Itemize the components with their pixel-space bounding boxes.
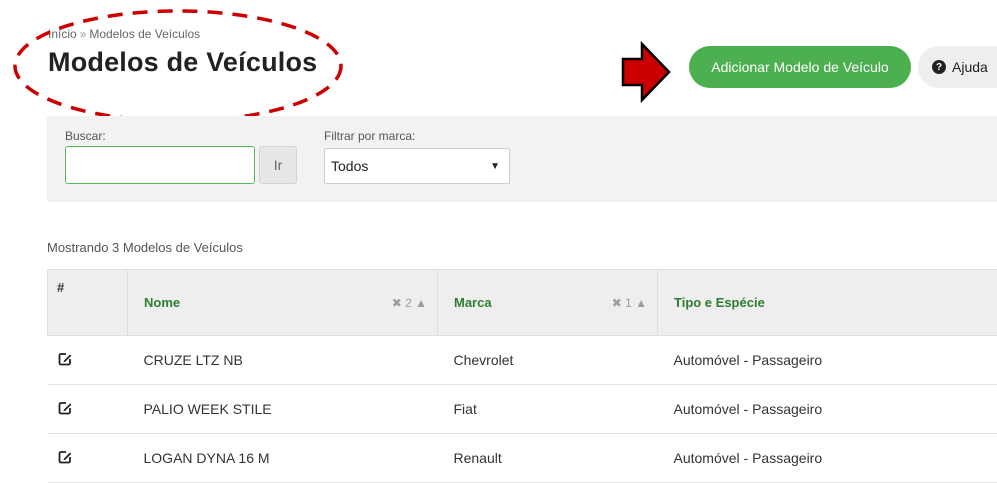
table-row: CRUZE LTZ NB Chevrolet Automóvel - Passa… bbox=[48, 336, 997, 385]
cell-marca: Chevrolet bbox=[438, 336, 658, 385]
edit-icon[interactable] bbox=[58, 450, 72, 464]
edit-icon[interactable] bbox=[58, 401, 72, 415]
question-circle-icon: ? bbox=[932, 60, 946, 74]
column-header-tipo[interactable]: Tipo e Espécie bbox=[658, 270, 997, 336]
help-button-label: Ajuda bbox=[952, 59, 988, 75]
marca-sort-indicator[interactable]: ✖ 1 ▲ bbox=[612, 296, 647, 310]
cell-nome: PALIO WEEK STILE bbox=[128, 385, 438, 434]
red-arrow-annotation bbox=[620, 40, 672, 104]
brand-filter-label: Filtrar por marca: bbox=[324, 129, 415, 143]
column-header-tipo-label[interactable]: Tipo e Espécie bbox=[674, 295, 765, 310]
caret-down-icon: ▼ bbox=[490, 161, 500, 172]
edit-icon[interactable] bbox=[58, 352, 72, 366]
cell-marca: Fiat bbox=[438, 385, 658, 434]
cell-nome: CRUZE LTZ NB bbox=[128, 336, 438, 385]
help-button[interactable]: ? Ajuda bbox=[918, 46, 997, 88]
cell-tipo: Automóvel - Passageiro bbox=[658, 434, 997, 483]
search-input[interactable] bbox=[65, 146, 255, 184]
brand-filter-select[interactable]: Todos ▼ bbox=[324, 148, 510, 184]
add-vehicle-model-button[interactable]: Adicionar Modelo de Veículo bbox=[689, 46, 911, 88]
nome-sort-indicator[interactable]: ✖ 2 ▲ bbox=[392, 296, 427, 310]
column-header-marca[interactable]: Marca ✖ 1 ▲ bbox=[438, 270, 658, 336]
table-row: PALIO WEEK STILE Fiat Automóvel - Passag… bbox=[48, 385, 997, 434]
table-header-row: # Nome ✖ 2 ▲ Marca ✖ 1 ▲ Tipo e Espécie bbox=[48, 270, 997, 336]
cell-nome: LOGAN DYNA 16 M bbox=[128, 434, 438, 483]
results-count: Mostrando 3 Modelos de Veículos bbox=[47, 240, 243, 255]
column-header-hash: # bbox=[48, 270, 128, 336]
brand-filter-value: Todos bbox=[331, 158, 368, 174]
column-header-nome-label[interactable]: Nome bbox=[144, 295, 180, 310]
column-header-nome[interactable]: Nome ✖ 2 ▲ bbox=[128, 270, 438, 336]
search-go-button[interactable]: Ir bbox=[259, 146, 297, 184]
search-label: Buscar: bbox=[65, 129, 106, 143]
table-row: LOGAN DYNA 16 M Renault Automóvel - Pass… bbox=[48, 434, 997, 483]
cell-tipo: Automóvel - Passageiro bbox=[658, 336, 997, 385]
column-header-marca-label[interactable]: Marca bbox=[454, 295, 492, 310]
vehicle-models-table: # Nome ✖ 2 ▲ Marca ✖ 1 ▲ Tipo e Espécie bbox=[47, 269, 997, 483]
cell-marca: Renault bbox=[438, 434, 658, 483]
cell-tipo: Automóvel - Passageiro bbox=[658, 385, 997, 434]
